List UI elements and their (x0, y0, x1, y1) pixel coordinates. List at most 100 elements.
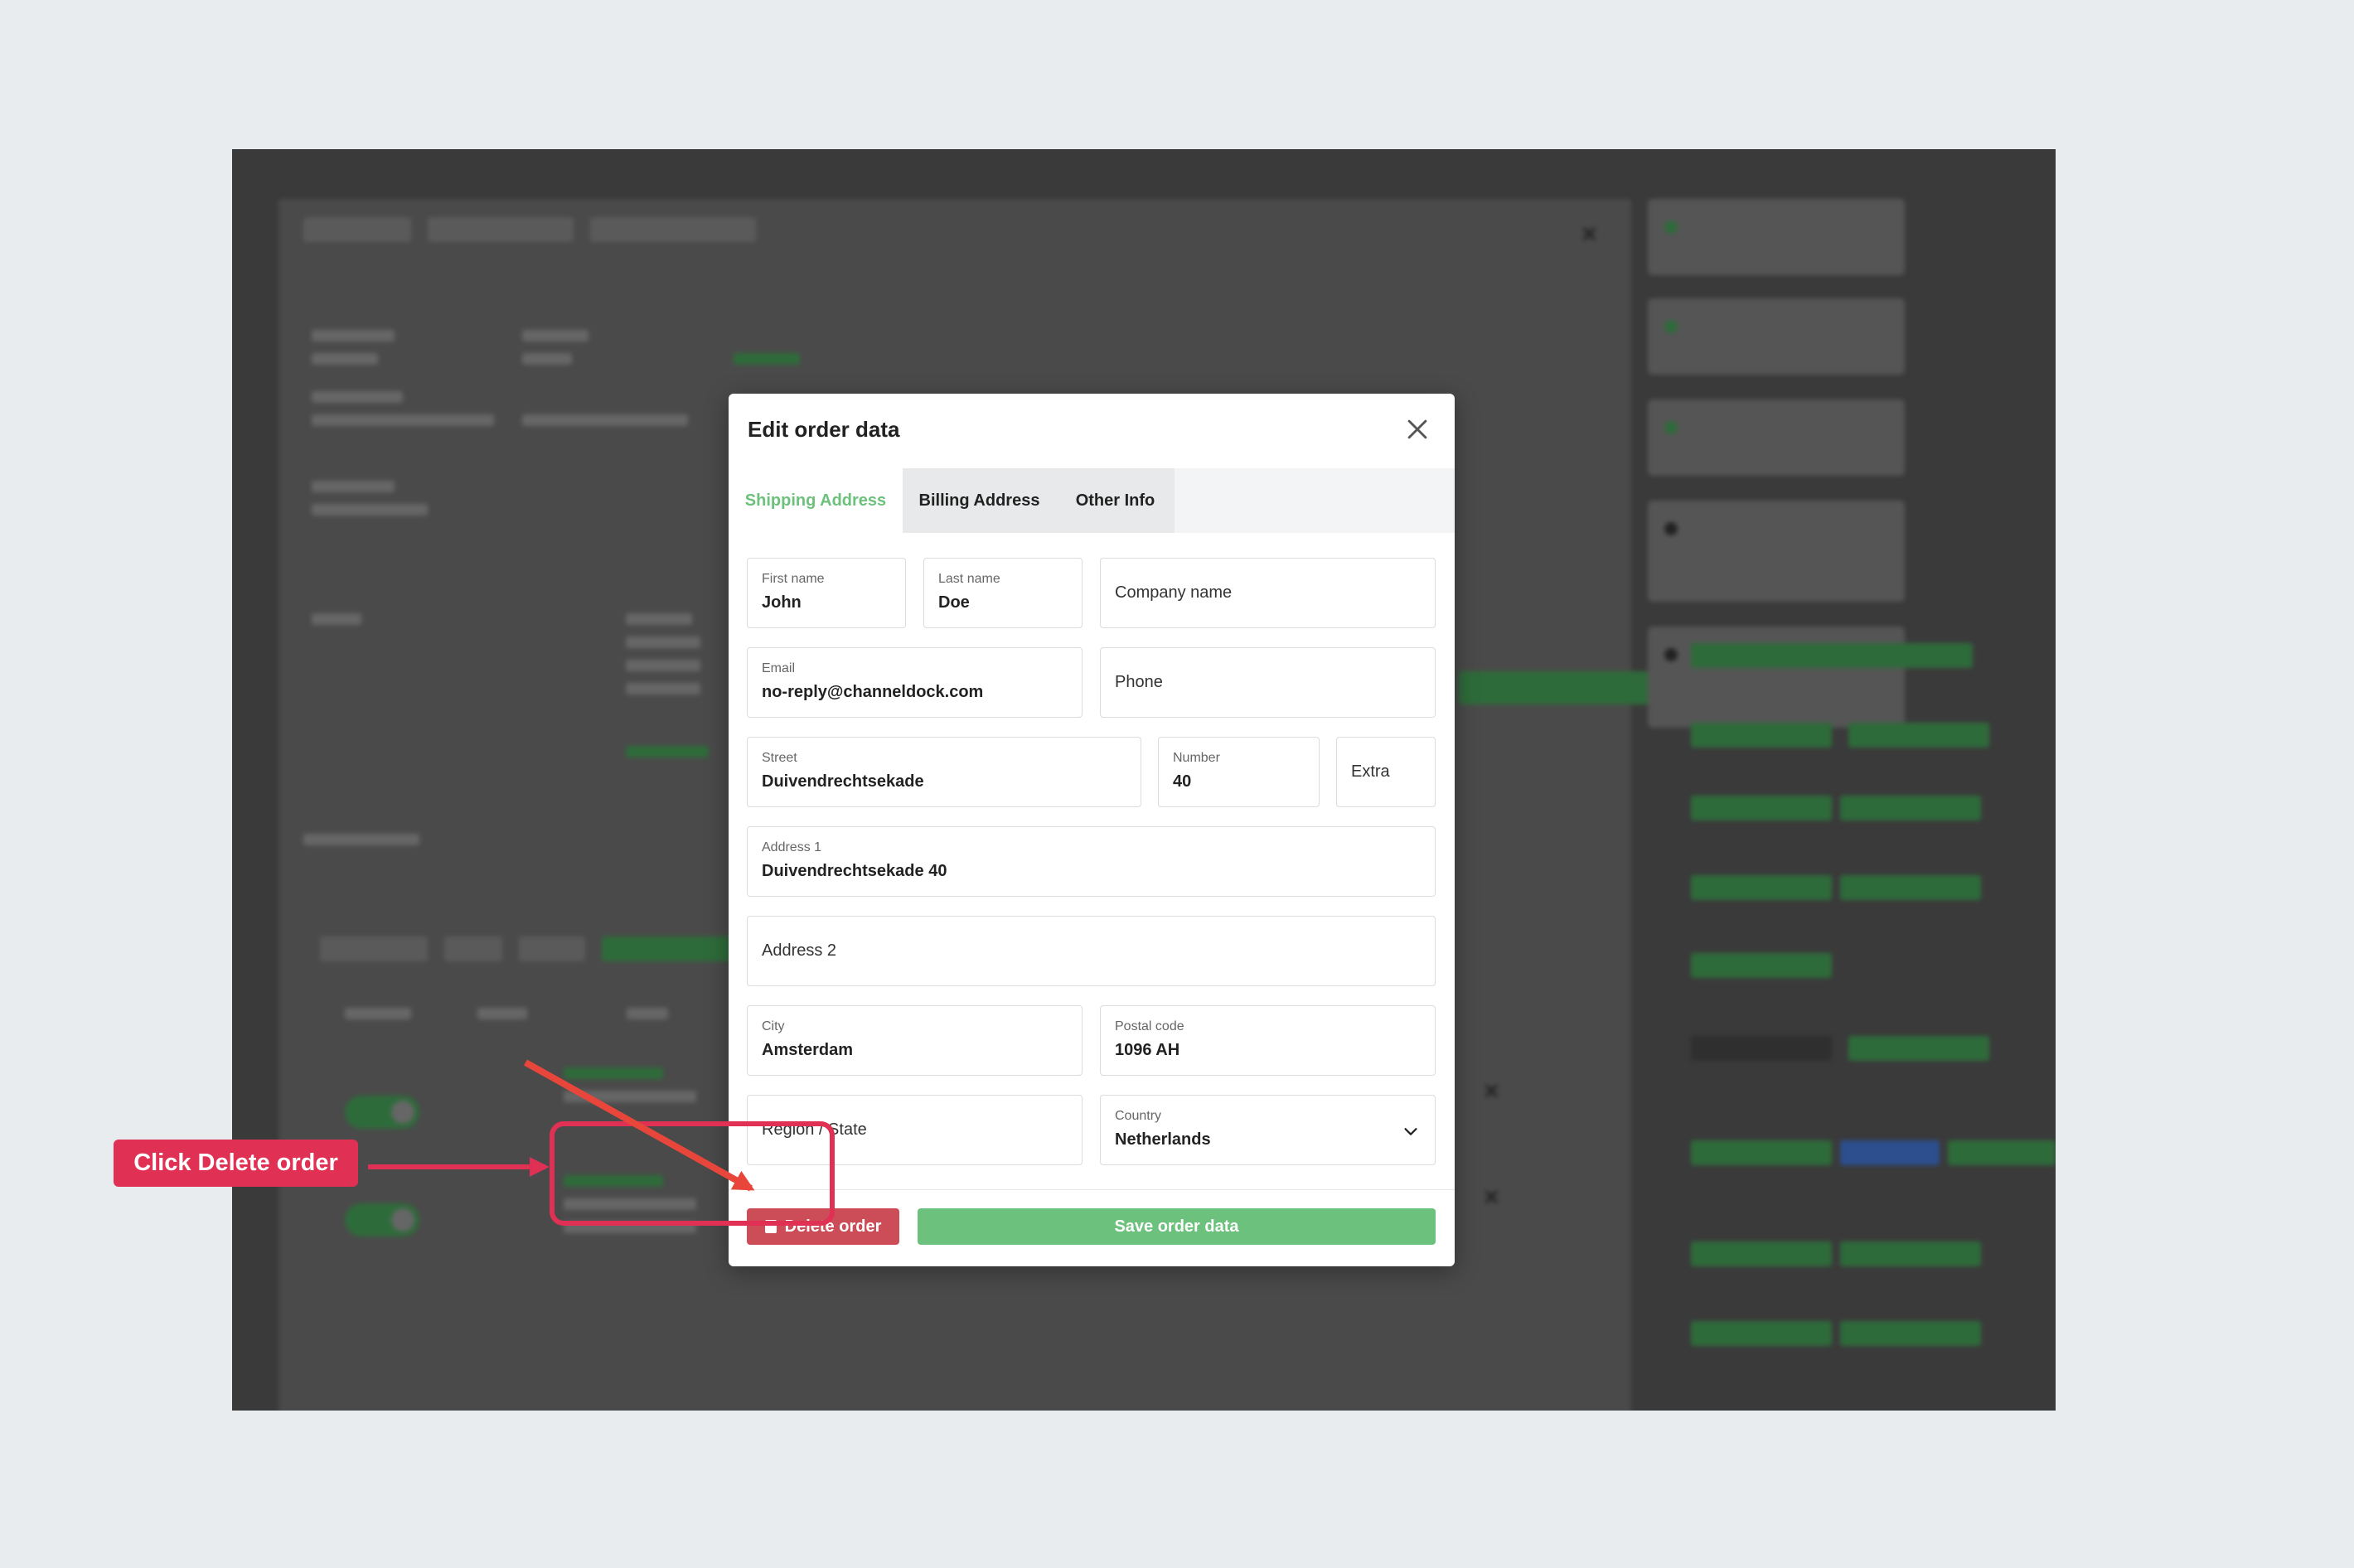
background-pill (1840, 796, 1981, 820)
background-pill (1691, 643, 1973, 668)
number-field[interactable]: Number 40 (1158, 737, 1320, 807)
company-name-field[interactable]: Company name (1100, 558, 1436, 628)
background-text-line (312, 414, 494, 426)
trash-icon (764, 1220, 777, 1233)
background-activity-card (1648, 199, 1905, 275)
country-value: Netherlands (1115, 1130, 1211, 1149)
first-name-field[interactable]: First name John (747, 558, 906, 628)
background-pill (1848, 1036, 1989, 1061)
background-pill (1691, 1321, 1832, 1346)
postal-code-field[interactable]: Postal code 1096 AH (1100, 1005, 1436, 1076)
background-pill (1840, 875, 1981, 900)
background-pill (1691, 953, 1832, 978)
first-name-value: John (762, 593, 802, 612)
background-pill (1691, 1036, 1832, 1061)
save-order-data-button[interactable]: Save order data (918, 1208, 1436, 1245)
tab-shipping-address[interactable]: Shipping Address (729, 468, 903, 533)
background-text-line (312, 613, 361, 625)
city-label: City (762, 1019, 785, 1033)
background-table-chip (320, 936, 428, 961)
country-label: Country (1115, 1109, 1162, 1123)
background-text-line (477, 1008, 527, 1019)
background-text-line (564, 1198, 696, 1210)
company-name-placeholder: Company name (1115, 583, 1233, 602)
background-activity-card (1648, 501, 1905, 602)
address2-placeholder: Address 2 (762, 941, 837, 960)
city-field[interactable]: City Amsterdam (747, 1005, 1083, 1076)
extra-field[interactable]: Extra (1336, 737, 1436, 807)
background-close-icon: × (1581, 219, 1597, 249)
street-field[interactable]: Street Duivendrechtsekade (747, 737, 1141, 807)
country-select[interactable]: Country Netherlands (1100, 1095, 1436, 1165)
background-text-line (626, 636, 700, 648)
background-text-line (312, 391, 403, 403)
background-toggle (345, 1203, 419, 1236)
postal-code-label: Postal code (1115, 1019, 1184, 1033)
tab-billing-address[interactable]: Billing Address (903, 468, 1056, 533)
background-pill (1840, 1140, 1940, 1165)
background-text-line (522, 414, 688, 426)
background-text-line (627, 1008, 668, 1019)
background-text-line (564, 1175, 663, 1187)
background-remove-icon: × (1484, 1076, 1499, 1106)
number-value: 40 (1173, 772, 1192, 791)
address1-value: Duivendrechtsekade 40 (762, 862, 947, 880)
modal-title: Edit order data (748, 417, 900, 442)
street-value: Duivendrechtsekade (762, 772, 924, 791)
background-pill (1948, 1140, 2056, 1165)
delete-order-button[interactable]: Delete order (747, 1208, 899, 1245)
background-text-line (522, 353, 572, 365)
background-activity-card (1648, 298, 1905, 375)
background-toolbar-chip (303, 217, 411, 242)
background-pill (1840, 1241, 1981, 1266)
background-pill (1691, 1140, 1832, 1165)
background-text-line (564, 1091, 696, 1102)
background-pill (1840, 1321, 1981, 1346)
street-label: Street (762, 751, 797, 765)
phone-field[interactable]: Phone (1100, 647, 1436, 718)
address1-label: Address 1 (762, 840, 822, 854)
region-state-placeholder: Region / State (762, 1120, 867, 1139)
background-text-line (626, 613, 692, 625)
background-toolbar-chip (428, 217, 574, 242)
background-text-line (312, 481, 395, 492)
background-pill (1691, 1241, 1832, 1266)
phone-placeholder: Phone (1115, 673, 1163, 691)
delete-order-label: Delete order (784, 1217, 882, 1236)
background-activity-card (1648, 627, 1905, 728)
background-table-chip (602, 936, 743, 961)
modal-header: Edit order data (729, 394, 1455, 469)
background-table-chip (519, 936, 585, 961)
email-field[interactable]: Email no-reply@channeldock.com (747, 647, 1083, 718)
background-text-line (312, 330, 395, 341)
background-text-line (522, 330, 588, 341)
callout-label: Click Delete order (114, 1140, 358, 1187)
background-text-line (626, 660, 700, 671)
email-label: Email (762, 661, 796, 675)
region-state-field[interactable]: Region / State (747, 1095, 1083, 1165)
city-value: Amsterdam (762, 1041, 854, 1059)
first-name-label: First name (762, 572, 825, 586)
address2-field[interactable]: Address 2 (747, 916, 1436, 986)
chevron-down-icon (1404, 1128, 1417, 1135)
background-pill (1691, 723, 1832, 748)
tab-bar: Shipping Address Billing Address Other I… (729, 468, 1455, 533)
email-value: no-reply@channeldock.com (762, 683, 984, 701)
background-text-line (303, 834, 419, 845)
last-name-field[interactable]: Last name Doe (923, 558, 1083, 628)
close-icon[interactable] (1403, 415, 1431, 443)
address1-field[interactable]: Address 1 Duivendrechtsekade 40 (747, 826, 1436, 897)
background-text-line (626, 683, 700, 694)
tab-other-info[interactable]: Other Info (1056, 468, 1175, 533)
background-text-line (564, 1067, 663, 1079)
background-toolbar-chip (590, 217, 756, 242)
background-text-line (312, 504, 428, 515)
edit-order-modal: Edit order data Shipping Address Billing… (729, 394, 1455, 1266)
background-pill (1848, 723, 1989, 748)
background-toggle (345, 1096, 419, 1129)
background-text-line (345, 1008, 411, 1019)
background-remove-icon: × (1484, 1182, 1499, 1212)
background-text-line (734, 353, 800, 365)
background-pill (1691, 875, 1832, 900)
save-order-data-label: Save order data (1114, 1217, 1239, 1236)
